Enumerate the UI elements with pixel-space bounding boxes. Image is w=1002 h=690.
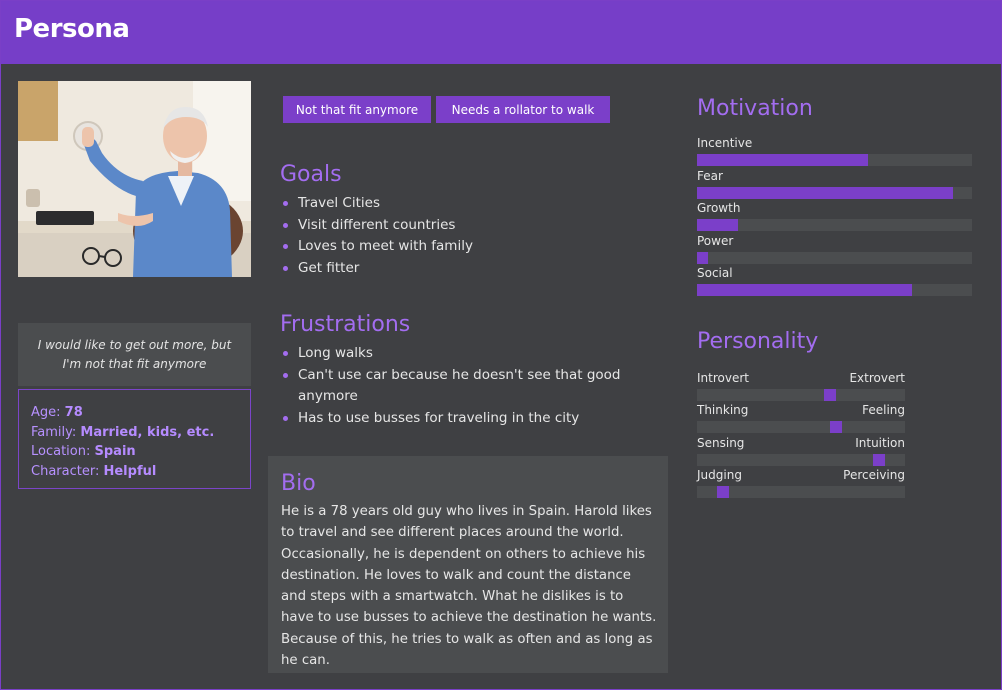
motivation-growth: Growth [697,201,972,231]
personality-right-label: Perceiving [843,468,905,482]
fact-location: Location: Spain [31,444,136,459]
persona-quote: I would like to get out more, but I'm no… [18,323,251,386]
goals-title: Goals [280,162,342,187]
personality-introvert-extrovert: Introvert Extrovert [697,371,905,401]
page-title: Persona [14,14,130,44]
motivation-track [697,219,972,231]
list-item: Travel Cities [280,193,650,215]
motivation-social: Social [697,266,972,296]
motivation-track [697,187,972,199]
personality-track [697,454,905,466]
motivation-fear: Fear [697,169,972,199]
motivation-track [697,284,972,296]
personality-sensing-intuition: Sensing Intuition [697,436,905,466]
motivation-fill [697,252,708,264]
personality-marker [830,421,842,433]
list-item: Loves to meet with family [280,236,650,258]
fact-age: Age: 78 [31,405,83,420]
tag-rollator: Needs a rollator to walk [436,96,610,123]
personality-left-label: Introvert [697,371,749,385]
personality-marker [717,486,729,498]
motivation-track [697,252,972,264]
persona-facts: Age: 78 Family: Married, kids, etc. Loca… [18,389,251,489]
motivation-fill [697,187,953,199]
motivation-label: Growth [697,201,741,215]
tag-not-fit: Not that fit anymore [283,96,431,123]
bio-text: He is a 78 years old guy who lives in Sp… [281,504,657,669]
personality-thinking-feeling: Thinking Feeling [697,403,905,433]
bio-title: Bio [281,471,316,496]
motivation-label: Social [697,266,733,280]
goals-list: Travel Cities Visit different countries … [280,193,650,279]
fact-character: Character: Helpful [31,463,157,479]
frustrations-title: Frustrations [280,312,411,337]
motivation-label: Power [697,234,734,248]
personality-marker [873,454,885,466]
personality-right-label: Intuition [855,436,905,450]
fact-family: Family: Married, kids, etc. [31,424,215,440]
motivation-fill [697,154,868,166]
list-item: Can't use car because he doesn't see tha… [280,365,640,408]
header-bar: Persona [0,0,1002,64]
list-item: Has to use busses for traveling in the c… [280,408,640,430]
list-item: Long walks [280,343,640,365]
personality-left-label: Sensing [697,436,745,450]
personality-marker [824,389,836,401]
motivation-label: Fear [697,169,723,183]
list-item: Visit different countries [280,215,650,237]
motivation-label: Incentive [697,136,753,150]
motivation-power: Power [697,234,972,264]
frustrations-list: Long walks Can't use car because he does… [280,343,640,429]
motivation-fill [697,284,912,296]
personality-track [697,486,905,498]
persona-photo [18,81,251,277]
motivation-title: Motivation [697,96,813,121]
personality-track [697,421,905,433]
motivation-fill [697,219,739,231]
motivation-incentive: Incentive [697,136,972,166]
personality-right-label: Extrovert [849,371,905,385]
personality-track [697,389,905,401]
personality-left-label: Judging [697,468,742,482]
personality-right-label: Feeling [862,403,905,417]
motivation-track [697,154,972,166]
quote-text: I would like to get out more, but I'm no… [37,337,232,371]
personality-judging-perceiving: Judging Perceiving [697,468,905,498]
personality-left-label: Thinking [697,403,749,417]
list-item: Get fitter [280,258,650,280]
personality-title: Personality [697,329,819,354]
persona-photo-illustration [18,81,251,277]
